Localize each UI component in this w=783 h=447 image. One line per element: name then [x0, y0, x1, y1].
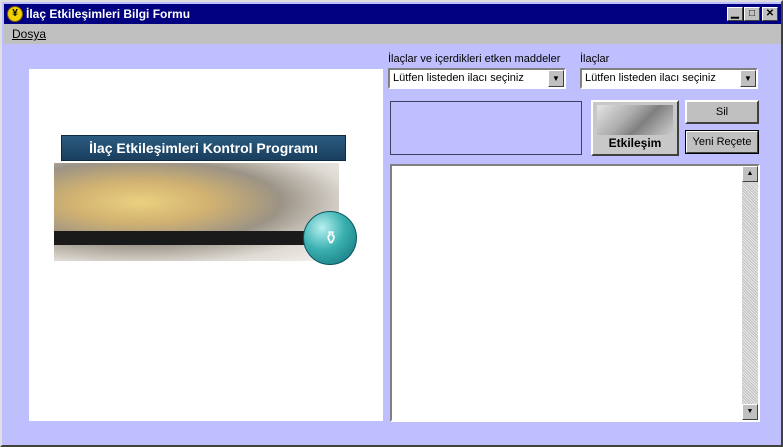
- logo-panel: İlaç Etkileşimleri Kontrol Programı ⚱: [29, 69, 383, 421]
- vertical-scrollbar[interactable]: ▲ ▼: [742, 166, 758, 420]
- etkilesim-button[interactable]: Etkileşim: [591, 100, 679, 156]
- scroll-down-icon[interactable]: ▼: [742, 404, 758, 420]
- mortar-pestle-icon: ⚱: [303, 211, 357, 265]
- logo-bar: [54, 231, 319, 245]
- combo1-label: İlaçlar ve içerdikleri etken maddeler: [388, 53, 561, 65]
- combo1-dropdown-arrow-icon[interactable]: ▼: [548, 70, 564, 87]
- window-title: İlaç Etkileşimleri Bilgi Formu: [26, 7, 191, 21]
- menu-dosya[interactable]: Dosya: [12, 27, 46, 41]
- yeni-recete-button[interactable]: Yeni Reçete: [685, 130, 759, 154]
- combo1-value: Lütfen listeden ilacı seçiniz: [393, 72, 524, 84]
- close-button[interactable]: ✕: [762, 7, 778, 21]
- program-logo: İlaç Etkileşimleri Kontrol Programı ⚱: [54, 133, 357, 265]
- etkilesim-label: Etkileşim: [608, 136, 662, 150]
- drug-ingredient-select[interactable]: Lütfen listeden ilacı seçiniz ▼: [388, 68, 566, 89]
- info-box: [390, 101, 582, 155]
- pills-image: [54, 163, 339, 261]
- interaction-result-list[interactable]: ▲ ▼: [390, 164, 760, 422]
- sil-button[interactable]: Sil: [685, 100, 759, 124]
- title-bar[interactable]: ¥ İlaç Etkileşimleri Bilgi Formu ▁ □ ✕: [4, 4, 781, 24]
- minimize-button[interactable]: ▁: [727, 7, 743, 21]
- yeni-recete-label: Yeni Reçete: [692, 136, 752, 148]
- combo2-dropdown-arrow-icon[interactable]: ▼: [740, 70, 756, 87]
- menu-bar: Dosya: [4, 24, 781, 44]
- combo2-value: Lütfen listeden ilacı seçiniz: [585, 72, 716, 84]
- maximize-button[interactable]: □: [744, 7, 760, 21]
- scroll-up-icon[interactable]: ▲: [742, 166, 758, 182]
- app-icon[interactable]: ¥: [7, 6, 23, 22]
- combo2-label: İlaçlar: [580, 53, 610, 65]
- logo-banner: İlaç Etkileşimleri Kontrol Programı: [61, 135, 346, 161]
- mortar-glyph: ⚱: [323, 228, 339, 248]
- main-window: ¥ İlaç Etkileşimleri Bilgi Formu ▁ □ ✕ D…: [0, 0, 783, 447]
- doctor-writing-icon: [597, 105, 673, 135]
- drug-select[interactable]: Lütfen listeden ilacı seçiniz ▼: [580, 68, 758, 89]
